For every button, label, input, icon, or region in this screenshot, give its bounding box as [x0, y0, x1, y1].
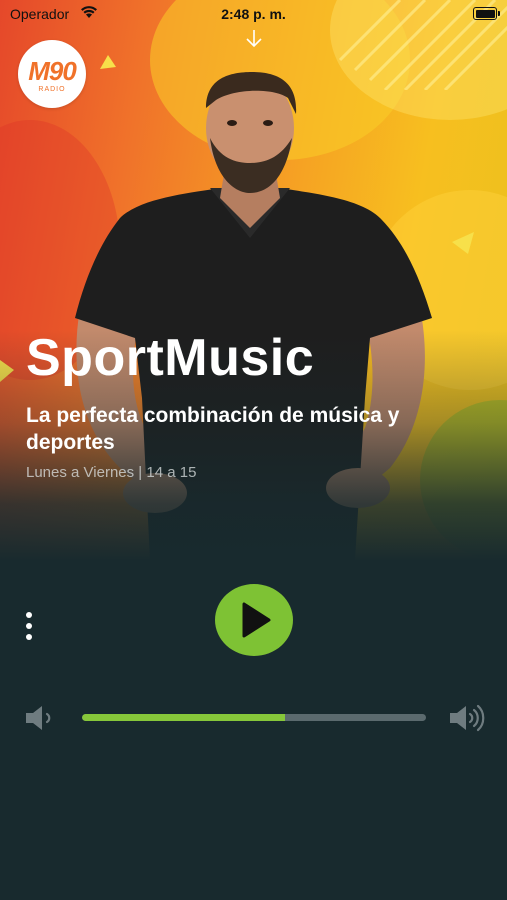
show-schedule: Lunes a Viernes | 14 a 15 — [26, 464, 197, 481]
volume-slider[interactable] — [82, 714, 426, 721]
now-playing-screen: Operador 2:48 p. m. M90 RADIO SportMusic… — [0, 0, 507, 900]
volume-low-icon[interactable] — [24, 703, 60, 733]
logo-text: M90 — [28, 56, 77, 86]
more-vertical-icon — [26, 612, 32, 618]
show-subtitle: La perfecta combinación de música y depo… — [26, 404, 400, 454]
more-options-button[interactable] — [18, 606, 40, 646]
chevron-down-icon[interactable] — [243, 28, 265, 50]
status-bar: Operador 2:48 p. m. — [0, 0, 507, 30]
battery-icon — [473, 7, 500, 20]
show-title: SportMusic — [26, 329, 315, 387]
triangle-decoration — [452, 232, 474, 254]
play-icon — [242, 602, 271, 638]
station-logo: M90 RADIO — [18, 40, 86, 108]
volume-slider-fill — [82, 714, 285, 721]
triangle-decoration — [100, 55, 116, 69]
logo-subtext: RADIO — [38, 86, 66, 93]
status-time: 2:48 p. m. — [221, 6, 286, 22]
volume-high-icon[interactable] — [448, 702, 486, 734]
play-button[interactable] — [215, 584, 293, 656]
